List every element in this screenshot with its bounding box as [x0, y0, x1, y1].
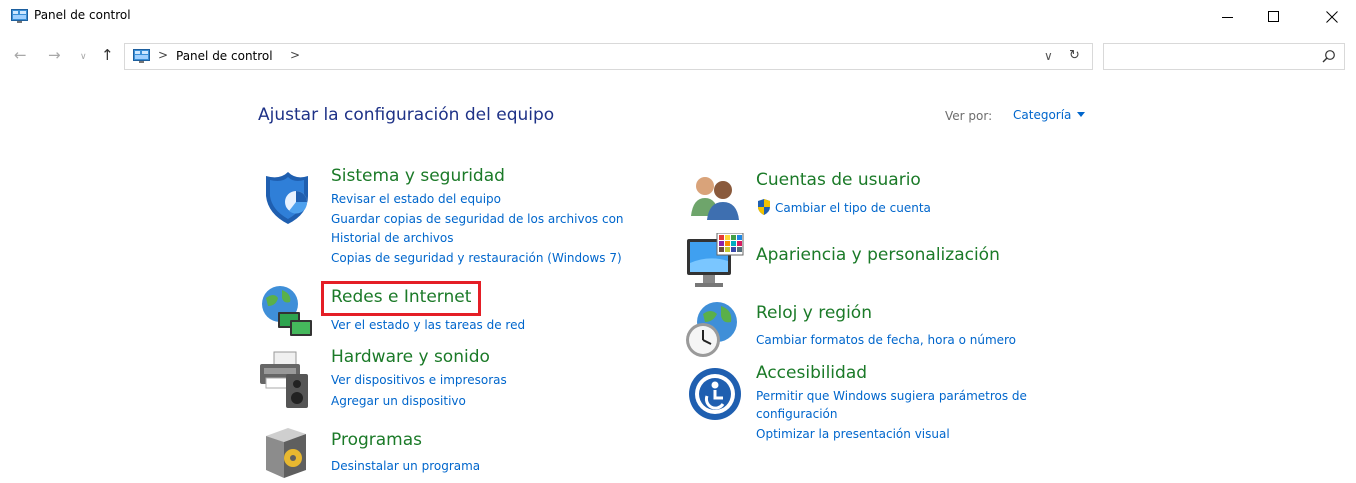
close-button[interactable]	[1309, 0, 1355, 34]
category-clock-region[interactable]: Reloj y región	[756, 303, 872, 323]
link-optimize-visual-display[interactable]: Optimizar la presentación visual	[756, 424, 950, 444]
users-icon[interactable]	[685, 168, 745, 228]
link-change-account-type[interactable]: Cambiar el tipo de cuenta	[775, 198, 931, 218]
chevron-down-icon[interactable]	[1077, 112, 1085, 117]
close-icon	[1326, 11, 1338, 23]
accessibility-icon[interactable]	[685, 366, 745, 426]
category-user-accounts[interactable]: Cuentas de usuario	[756, 170, 921, 190]
link-network-status-tasks[interactable]: Ver el estado y las tareas de red	[331, 315, 525, 335]
printer-speaker-icon[interactable]	[256, 350, 316, 410]
window-title: Panel de control	[34, 8, 131, 22]
breadcrumb-separator[interactable]: >	[290, 48, 300, 62]
recent-locations-dropdown[interactable]: ∨	[80, 49, 87, 65]
monitor-palette-icon[interactable]	[685, 233, 745, 293]
breadcrumb-separator[interactable]: >	[158, 48, 168, 62]
category-accessibility[interactable]: Accesibilidad	[756, 363, 867, 383]
link-save-backup-copies[interactable]: Guardar copias de seguridad de los archi…	[331, 209, 624, 229]
highlight-box	[321, 281, 481, 316]
address-bar[interactable]: > Panel de control > ∨ ↻	[124, 43, 1093, 70]
search-icon[interactable]	[1322, 49, 1336, 63]
link-file-history[interactable]: Historial de archivos	[331, 228, 454, 248]
view-by-dropdown[interactable]: Categoría	[1013, 108, 1071, 122]
search-input[interactable]	[1103, 43, 1345, 70]
minimize-icon	[1222, 17, 1233, 18]
link-uninstall-program[interactable]: Desinstalar un programa	[331, 456, 480, 476]
clock-globe-icon[interactable]	[683, 300, 743, 360]
maximize-button[interactable]	[1251, 0, 1297, 34]
title-bar: Panel de control	[0, 0, 1356, 34]
control-panel-icon	[133, 49, 150, 63]
uac-shield-icon	[758, 199, 770, 215]
back-button[interactable]: ←	[14, 47, 27, 63]
breadcrumb-control-panel[interactable]: Panel de control	[176, 49, 273, 63]
category-programs[interactable]: Programas	[331, 430, 422, 450]
category-appearance-personalization[interactable]: Apariencia y personalización	[756, 245, 1000, 265]
link-review-computer-status[interactable]: Revisar el estado del equipo	[331, 189, 501, 209]
page-title: Ajustar la configuración del equipo	[258, 105, 555, 125]
link-settings-continuation[interactable]: configuración	[756, 404, 838, 424]
category-hardware-sound[interactable]: Hardware y sonido	[331, 347, 490, 367]
programs-box-icon[interactable]	[260, 420, 320, 480]
maximize-icon	[1268, 11, 1279, 22]
link-backup-restore-windows7[interactable]: Copias de seguridad y restauración (Wind…	[331, 248, 622, 268]
view-by-label: Ver por:	[945, 109, 993, 123]
address-dropdown-button[interactable]: ∨	[1044, 49, 1053, 63]
minimize-button[interactable]	[1205, 0, 1251, 34]
refresh-button[interactable]: ↻	[1069, 48, 1080, 63]
up-button[interactable]: ↑	[101, 47, 114, 63]
link-add-device[interactable]: Agregar un dispositivo	[331, 391, 466, 411]
control-panel-icon	[11, 9, 28, 23]
link-let-windows-suggest-settings[interactable]: Permitir que Windows sugiera parámetros …	[756, 386, 1027, 406]
shield-security-icon[interactable]	[258, 168, 318, 228]
network-globe-icon[interactable]	[256, 282, 316, 342]
category-system-security[interactable]: Sistema y seguridad	[331, 166, 505, 186]
link-view-devices-printers[interactable]: Ver dispositivos e impresoras	[331, 370, 507, 390]
forward-button[interactable]: →	[48, 47, 61, 63]
link-change-date-time-formats[interactable]: Cambiar formatos de fecha, hora o número	[756, 330, 1016, 350]
